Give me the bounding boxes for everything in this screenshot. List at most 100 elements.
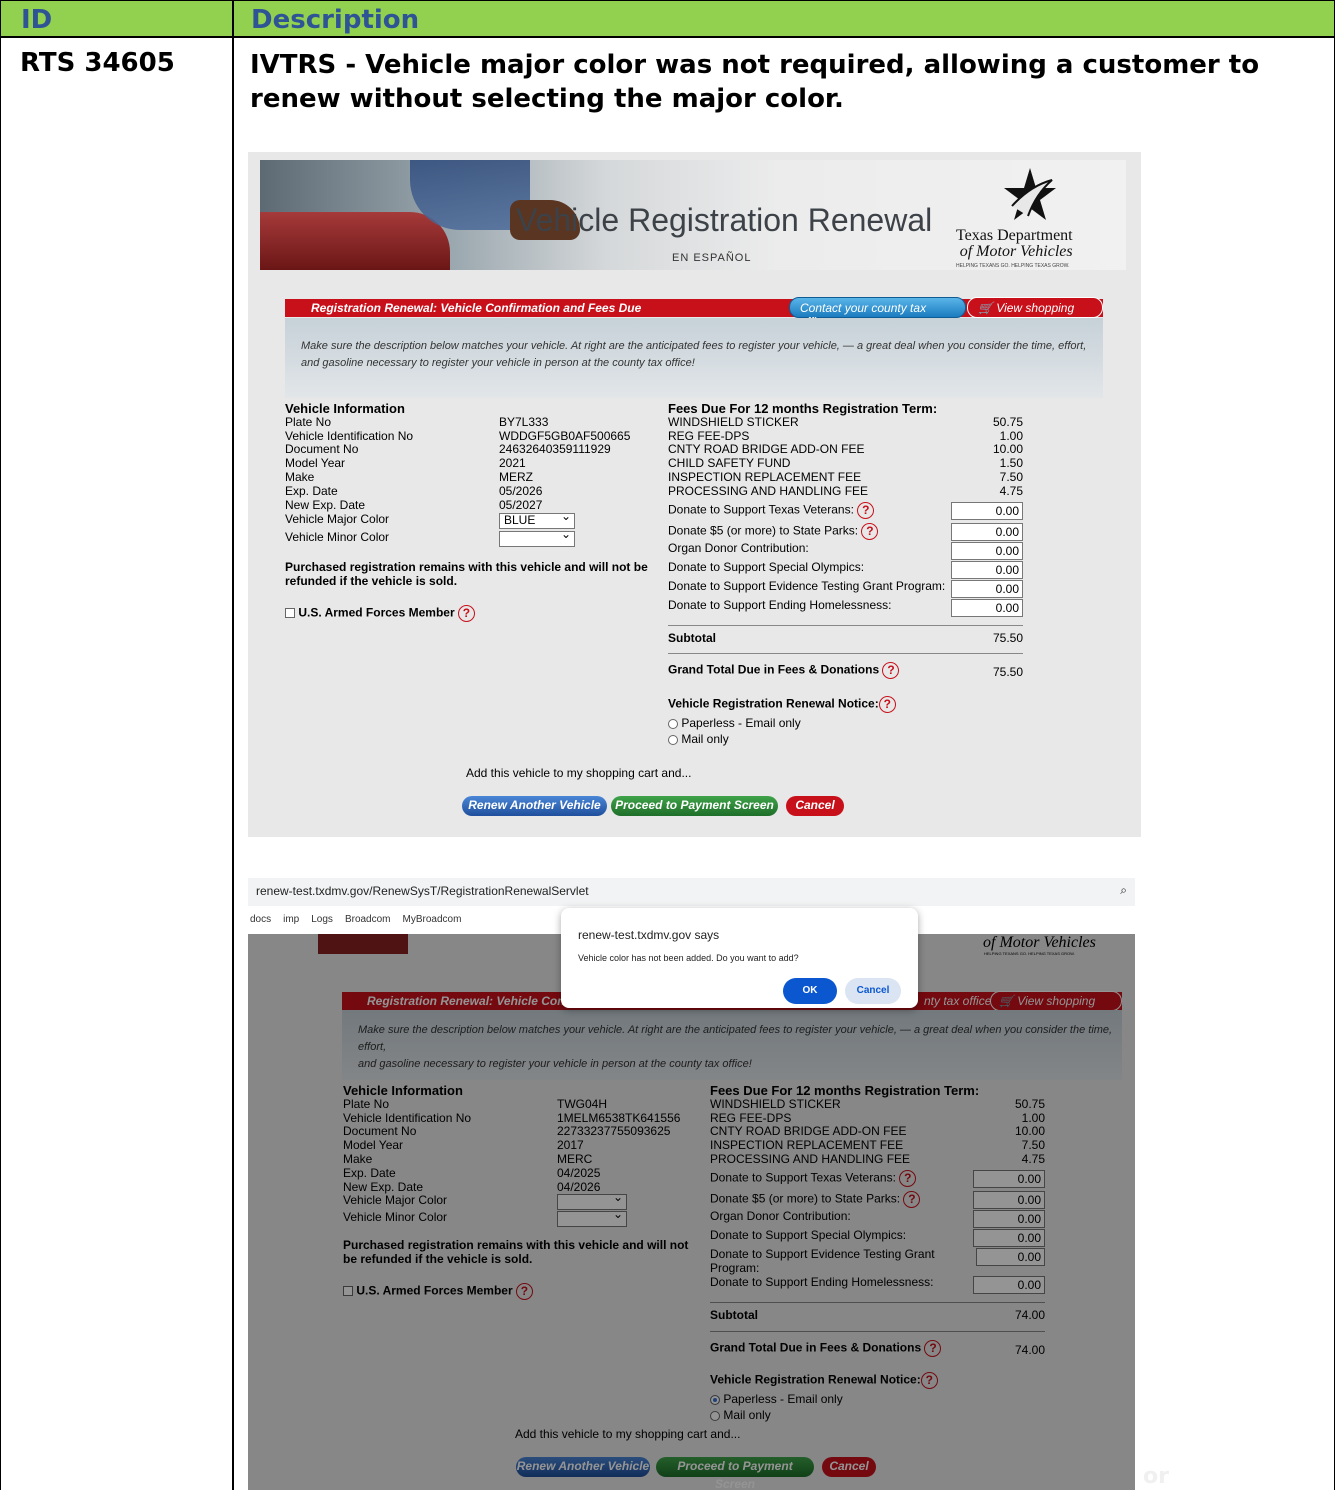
txdmv-star-logo — [1004, 168, 1056, 220]
screenshot-renewal-page: Vehicle Registration Renewal EN ESPAÑOL … — [248, 152, 1141, 837]
vehicle-field-label: Make — [285, 469, 315, 484]
car-image — [260, 212, 450, 270]
purchased-note: Purchased registration remains with this… — [285, 560, 648, 589]
donation-label-wrap: Donate to Support Special Olympics: — [668, 559, 865, 579]
fees-list: WINDSHIELD STICKER 50.75 REG FEE-DPS 1.00 CN… — [668, 414, 1023, 499]
armed-forces-checkbox[interactable] — [285, 608, 295, 619]
fee-row: CNTY ROAD BRIDGE ADD-ON FEE 10.00 — [668, 443, 1023, 457]
fee-row: CHILD SAFETY FUND 1.50 — [668, 456, 1023, 471]
proceed-payment-button[interactable]: Proceed to Payment Screen — [611, 796, 778, 816]
vehicle-row: Model Year 2021 — [285, 456, 660, 471]
fee-label: WINDSHIELD STICKER — [668, 414, 799, 429]
table-border-left — [0, 0, 1, 1490]
vehicle-field-label: Model Year — [285, 456, 346, 471]
donation-input[interactable]: 0.00 — [951, 579, 1023, 598]
help-icon[interactable]: ? — [878, 696, 896, 714]
subtotal-row: Subtotal 75.50 — [668, 624, 1023, 646]
donation-label-wrap: Donate to Support Texas Veterans: ? — [668, 501, 875, 520]
minor-color-select[interactable] — [499, 528, 575, 548]
donation-label: Donate $5 (or more) to State Parks: — [668, 523, 859, 538]
donation-input[interactable]: 0.00 — [951, 541, 1023, 560]
donation-label-wrap: Donate to Support Ending Homelessness: — [668, 598, 891, 617]
dialog-title: renew-test.txdmv.gov says — [578, 928, 720, 942]
fee-row: INSPECTION REPLACEMENT FEE 7.50 — [668, 469, 1023, 485]
notice-label: Vehicle Registration Renewal Notice: — [668, 696, 879, 711]
fee-label: PROCESSING AND HANDLING FEE — [668, 483, 869, 498]
help-icon[interactable]: ? — [861, 522, 879, 540]
bookmark-item[interactable]: imp — [283, 914, 299, 925]
vehicle-field-value: 24632640359111929 — [499, 442, 611, 457]
modal-overlay[interactable] — [248, 934, 1135, 1490]
fee-row: REG FEE-DPS 1.00 — [668, 429, 1023, 444]
vehicle-field-value: BY7L333 — [499, 414, 549, 429]
cancel-button[interactable]: Cancel — [786, 796, 844, 816]
dept-line1: Texas Department — [956, 227, 1073, 244]
vehicle-row: Document No 24632640359111929 — [285, 443, 660, 457]
donation-input[interactable]: 0.00 — [951, 501, 1023, 520]
dialog-cancel-button[interactable]: Cancel — [845, 978, 901, 1004]
fee-value: 7.50 — [999, 469, 1023, 484]
donation-label: Donate to Support Special Olympics: — [668, 559, 865, 574]
vehicle-row: Exp. Date 05/2026 — [285, 483, 660, 499]
row-description: IVTRS - Vehicle major color was not requ… — [250, 50, 1260, 114]
renew-another-button[interactable]: Renew Another Vehicle — [462, 796, 607, 816]
donation-row: Donate $5 (or more) to State Parks: ? 0.0… — [668, 522, 1023, 541]
dialog-ok-button[interactable]: OK — [783, 978, 837, 1004]
help-icon[interactable]: ? — [457, 604, 475, 622]
donations-list: Donate to Support Texas Veterans: ? 0.00 D… — [668, 501, 1023, 617]
fee-label: INSPECTION REPLACEMENT FEE — [668, 469, 862, 484]
donation-row: Donate to Support Special Olympics: 0.00 — [668, 559, 1023, 579]
help-icon[interactable]: ? — [882, 662, 900, 680]
fee-value: 4.75 — [999, 483, 1023, 498]
bookmark-item[interactable]: MyBroadcom — [403, 914, 462, 925]
donation-row: Donate to Support Texas Veterans: ? 0.00 — [668, 501, 1023, 520]
add-cart-text: Add this vehicle to my shopping cart and… — [466, 766, 692, 780]
paperless-radio[interactable] — [668, 719, 678, 729]
url-text: renew-test.txdmv.gov/RenewSysT/Registrat… — [256, 884, 589, 898]
espanol-link[interactable]: EN ESPAÑOL — [672, 252, 752, 264]
contact-county-button[interactable]: Contact your county tax office — [789, 297, 966, 329]
zoom-icon[interactable]: ⌕ — [1120, 883, 1127, 898]
fee-value: 50.75 — [992, 414, 1023, 429]
vehicle-field-value: 05/2026 — [499, 483, 543, 498]
donation-label-wrap: Organ Donor Contribution: — [668, 541, 809, 560]
fee-row: WINDSHIELD STICKER 50.75 — [668, 414, 1023, 430]
donation-input[interactable]: 0.00 — [951, 522, 1023, 541]
subtotal-label: Subtotal — [668, 630, 716, 645]
intro-text: Make sure the description below matches … — [301, 340, 1087, 369]
vehicle-field-value: 2021 — [499, 456, 526, 471]
dept-tagline: HELPING TEXANS GO. HELPING TEXAS GROW. — [956, 263, 1070, 269]
donation-input[interactable]: 0.00 — [951, 560, 1023, 579]
table-row-divider — [0, 37, 1335, 38]
banner-title: Vehicle Registration Renewal — [516, 202, 933, 238]
fee-row: PROCESSING AND HANDLING FEE 4.75 — [668, 483, 1023, 499]
donation-row: Donate to Support Ending Homelessness: 0.… — [668, 598, 1023, 617]
section-bar-title: Registration Renewal: Vehicle Confirmati… — [311, 301, 642, 315]
vehicle-field-value: MERZ — [499, 469, 533, 484]
donation-input[interactable]: 0.00 — [951, 598, 1023, 617]
view-cart-button[interactable]: 🛒 View shopping cart — [967, 297, 1103, 329]
help-icon[interactable]: ? — [857, 501, 875, 519]
notice-row: Vehicle Registration Renewal Notice:? — [668, 696, 1023, 714]
screenshot-browser-dialog: renew-test.txdmv.gov/RenewSysT/Registrat… — [248, 878, 1135, 1490]
bookmark-item[interactable]: Logs — [311, 914, 333, 925]
armed-forces-label: U.S. Armed Forces Member — [298, 605, 455, 620]
mail-option[interactable]: Mail only — [668, 732, 1023, 747]
subtotal-value: 75.50 — [992, 630, 1023, 645]
mail-radio[interactable] — [668, 734, 678, 745]
vehicle-field-label: Vehicle Identification No — [285, 428, 414, 443]
bookmark-item[interactable]: Broadcom — [345, 914, 391, 925]
donation-label: Donate to Support Evidence Testing Grant… — [668, 578, 946, 593]
donation-label: Donate to Support Texas Veterans: — [668, 502, 854, 517]
url-bar[interactable]: renew-test.txdmv.gov/RenewSysT/Registrat… — [248, 878, 1135, 906]
header-id: ID — [21, 5, 53, 35]
fee-value: 1.50 — [999, 456, 1023, 471]
row-id: RTS 34605 — [20, 48, 175, 78]
vehicle-field-label: Plate No — [285, 414, 332, 429]
bookmark-item[interactable]: docs — [250, 914, 271, 925]
vehicle-field-label: New Exp. Date — [285, 497, 366, 512]
minor-color-label: Vehicle Minor Color — [285, 530, 390, 545]
fee-label: CHILD SAFETY FUND — [668, 456, 791, 471]
paperless-option[interactable]: Paperless - Email only — [668, 716, 1023, 731]
table-column-divider — [232, 0, 234, 1490]
